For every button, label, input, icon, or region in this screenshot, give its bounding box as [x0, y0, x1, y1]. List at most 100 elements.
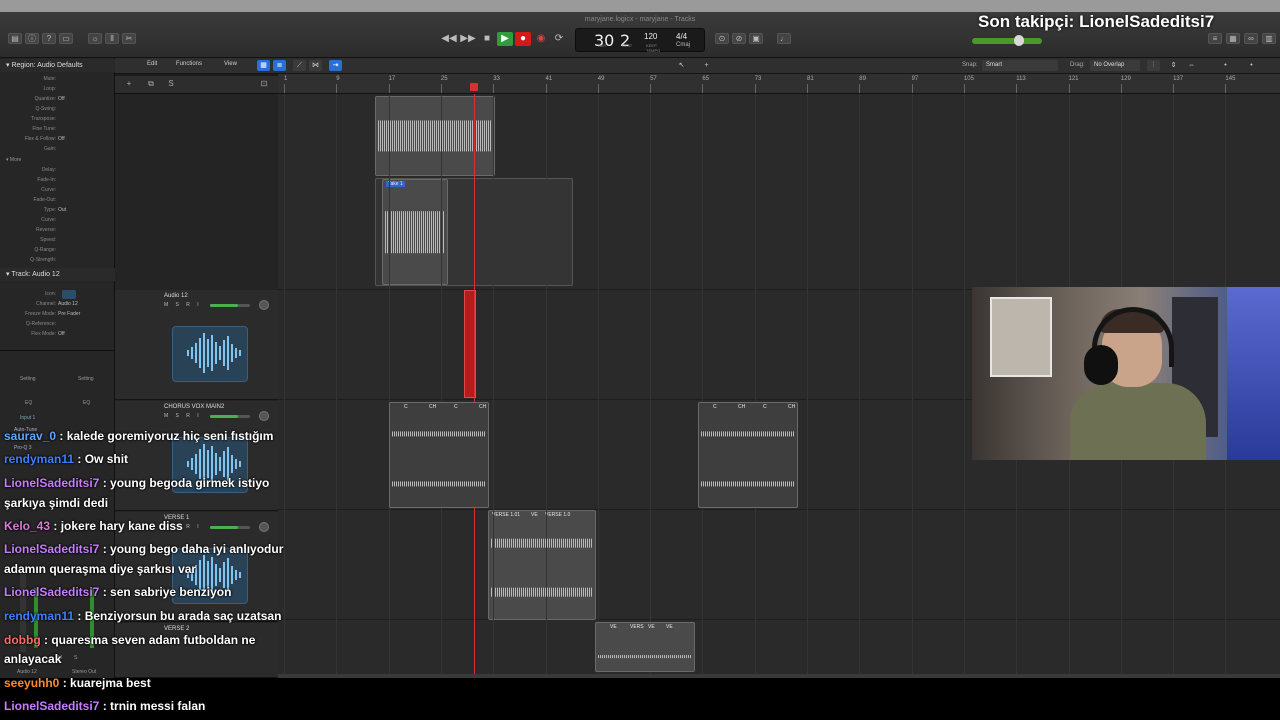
track-header-verse1[interactable]: VERSE 1 M S R I [115, 512, 278, 622]
zoom-slider-icon[interactable]: • [1219, 60, 1232, 71]
add-track-icon[interactable]: + [123, 79, 135, 89]
forward-icon[interactable]: ▶▶ [460, 32, 476, 46]
setting-right[interactable]: Setting [78, 376, 94, 382]
track-msr-buttons[interactable]: M S R I [164, 302, 202, 308]
inspector-value[interactable]: Off [58, 95, 65, 104]
playhead-marker[interactable] [470, 83, 478, 91]
track-list-expand-icon[interactable]: ⊡ [258, 79, 270, 89]
solo-icon[interactable]: ⊘ [732, 33, 746, 44]
metronome-icon[interactable]: ♩ [777, 33, 791, 44]
inspector-row[interactable]: Freeze Mode: Pre Fader [0, 310, 112, 319]
audio-waveform-icon[interactable] [172, 437, 248, 493]
inspector-row[interactable]: Q-Reference: [0, 320, 112, 329]
flex-icon[interactable]: ⋈ [309, 60, 322, 71]
inspector-row[interactable]: Flex Mode: Off [0, 330, 112, 339]
inspector-row[interactable]: Gain: [0, 145, 112, 154]
drag-select[interactable]: No Overlap [1090, 60, 1140, 71]
track-pan-knob[interactable] [259, 411, 269, 421]
inspector-row[interactable]: Channel: Audio 12 [0, 300, 112, 309]
region-inspector-header[interactable]: ▾ Region: Audio Defaults [0, 59, 115, 72]
audio-region-top[interactable] [375, 96, 495, 176]
track-pan-knob[interactable] [259, 300, 269, 310]
m-button[interactable]: M [58, 655, 62, 661]
track-pan-knob[interactable] [259, 522, 269, 532]
track-msr-buttons[interactable]: M S R I [164, 413, 202, 419]
capture-record-icon[interactable]: ◉ [533, 32, 549, 46]
zoom-slider-end-icon[interactable]: • [1245, 60, 1258, 71]
grid-view-icon[interactable]: ▦ [257, 60, 270, 71]
waveform-zoom-icon[interactable]: ⫶ [1147, 60, 1160, 71]
master-volume-knob[interactable] [1014, 35, 1024, 46]
audio-waveform-icon[interactable] [172, 326, 248, 382]
track-msr-buttons[interactable]: M S R I [164, 524, 202, 530]
list-editors-icon[interactable]: ≡ [1208, 33, 1222, 44]
inspector-row[interactable]: Fine Tune: [0, 125, 112, 134]
inspector-row[interactable]: Transpose: [0, 115, 112, 124]
track-header-chorus-vox[interactable]: CHORUS VOX MAIN2 M S R I [115, 401, 278, 511]
plugin-autotune[interactable]: Auto-Tune [14, 427, 37, 433]
toolbar-icon[interactable]: ▭ [59, 33, 73, 44]
track-name[interactable]: Audio 12 [164, 293, 188, 299]
track-volume-slider[interactable] [210, 304, 250, 307]
functions-menu[interactable]: Functions [176, 61, 202, 67]
track-name[interactable]: VERSE 1 [164, 515, 189, 521]
inspector-row[interactable]: Fade-In: [0, 176, 112, 185]
inspector-row[interactable]: Fade-Out: [0, 196, 112, 205]
inspector-row[interactable]: Delay: [0, 166, 112, 175]
help-icon[interactable]: ? [42, 33, 56, 44]
inspector-value[interactable]: Pre Fader [58, 310, 80, 319]
more-toggle[interactable]: ▾ More [6, 157, 21, 163]
chorus-region-group[interactable]: C CH C CH [698, 402, 798, 508]
zoom-horizontal-icon[interactable]: ⇔ [1185, 60, 1198, 71]
track-name[interactable]: VERSE 2 [164, 626, 189, 632]
eq-right[interactable]: EQ [83, 400, 90, 406]
master-volume-slider[interactable] [972, 38, 1042, 44]
pointer-tool-icon[interactable]: ↖ [675, 60, 688, 71]
inspector-row[interactable]: Q-Swing: [0, 105, 112, 114]
input-slot[interactable]: Input 1 [20, 415, 35, 421]
verse1-region-group[interactable]: VERSE 1.01 VE VERSE 1.0 [488, 510, 596, 620]
inspector-value[interactable]: Out [58, 206, 66, 215]
inspector-row[interactable]: Curve: [0, 186, 112, 195]
cycle-icon[interactable]: ⟳ [551, 32, 567, 46]
track-inspector-header[interactable]: ▾ Track: Audio 12 [0, 268, 115, 281]
channel-fader-left[interactable] [20, 572, 26, 652]
inspector-row[interactable]: Quantize: Off [0, 95, 112, 104]
inspector-row[interactable]: Curve: [0, 216, 112, 225]
inspector-row[interactable]: Mute: [0, 75, 112, 84]
track-volume-slider[interactable] [210, 415, 250, 418]
play-button[interactable]: ▶ [497, 32, 513, 46]
notepad-icon[interactable]: ▦ [1226, 33, 1240, 44]
edit-menu[interactable]: Edit [147, 61, 157, 67]
inspector-row[interactable]: Loop: [0, 85, 112, 94]
catch-icon[interactable]: ⇥ [329, 60, 342, 71]
tuner-icon[interactable]: ⊙ [715, 33, 729, 44]
editors-icon[interactable]: ✂ [122, 33, 136, 44]
s-button[interactable]: S [74, 655, 77, 661]
smart-controls-icon[interactable]: ☼ [88, 33, 102, 44]
library-icon[interactable]: ▤ [8, 33, 22, 44]
verse2-region-group[interactable]: VE VERS VE VE [595, 622, 695, 672]
inspector-row[interactable]: Flex & Follow: Off [0, 135, 112, 144]
snap-select[interactable]: Smart [982, 60, 1058, 71]
list-view-icon[interactable]: ≣ [273, 60, 286, 71]
eq-left[interactable]: EQ [25, 400, 32, 406]
setting-left[interactable]: Setting [20, 376, 36, 382]
inspector-row[interactable]: Reverse: [0, 226, 112, 235]
stop-icon[interactable]: ■ [479, 32, 495, 46]
inspector-value[interactable]: Off [58, 135, 65, 144]
bar-ruler[interactable]: 1 9 17 25 33 41 49 57 65 73 81 89 97 105 113 121 129 137 1… [278, 74, 1280, 94]
rewind-icon[interactable]: ◀◀ [441, 32, 457, 46]
plugin-proq3[interactable]: Pro-Q 3 [14, 445, 32, 451]
track-header-audio12[interactable]: Audio 12 M S R I [115, 290, 278, 400]
pencil-tool-icon[interactable]: + [700, 60, 713, 71]
inspector-row[interactable]: Icon: [0, 290, 112, 299]
inspector-value[interactable]: Audio 12 [58, 300, 78, 309]
record-button[interactable]: ● [515, 32, 531, 46]
zoom-vertical-icon[interactable]: ⇕ [1167, 60, 1180, 71]
chorus-region-group[interactable]: C CH C CH [389, 402, 489, 508]
track-volume-slider[interactable] [210, 526, 250, 529]
global-solo-icon[interactable]: S [165, 79, 177, 89]
audio-waveform-icon[interactable] [172, 548, 248, 604]
inspector-row[interactable]: Speed: [0, 236, 112, 245]
